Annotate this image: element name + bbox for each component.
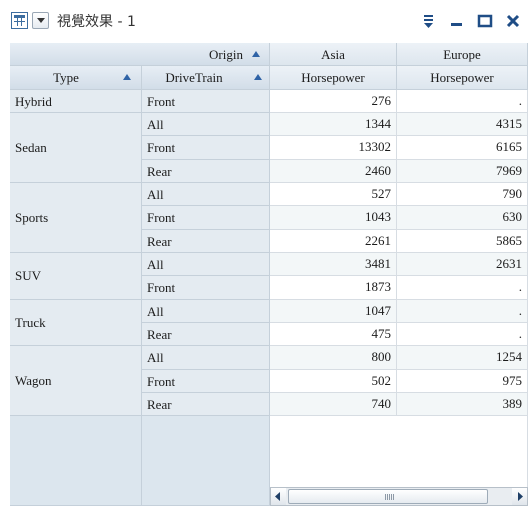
data-cell[interactable]: 2261 [270, 230, 397, 253]
sort-ascending-icon[interactable] [123, 74, 131, 80]
row-header-drivetrain[interactable]: Front [142, 206, 270, 230]
crosstab-table: Origin Asia Europe Type DriveTrain Horse… [10, 43, 528, 509]
row-group-wagon[interactable]: Wagon [10, 346, 142, 416]
maximize-icon[interactable] [476, 12, 494, 30]
horizontal-scrollbar[interactable] [270, 487, 528, 506]
row-header-drivetrain[interactable]: Rear [142, 230, 270, 253]
data-cell[interactable]: 2460 [270, 160, 397, 183]
data-cell[interactable]: 1047 [270, 300, 397, 323]
data-cell[interactable]: 6165 [397, 136, 528, 160]
data-cell[interactable]: . [397, 276, 528, 300]
data-cell[interactable]: 276 [270, 90, 397, 113]
view-dropdown-button[interactable] [32, 12, 49, 29]
data-cell[interactable]: . [397, 300, 528, 323]
data-cell[interactable]: 790 [397, 183, 528, 206]
row-header-drivetrain[interactable]: Rear [142, 323, 270, 346]
row-variable-header-type[interactable]: Type [10, 66, 142, 90]
row-header-filler [142, 416, 270, 506]
data-cell[interactable]: 4315 [397, 113, 528, 136]
row-group-truck[interactable]: Truck [10, 300, 142, 346]
row-header-drivetrain[interactable]: All [142, 113, 270, 136]
row-header-drivetrain[interactable]: Rear [142, 160, 270, 183]
row-header-drivetrain[interactable]: Rear [142, 393, 270, 416]
scrollbar-thumb[interactable] [288, 489, 488, 504]
row-header-drivetrain[interactable]: Front [142, 136, 270, 160]
row-group-sports[interactable]: Sports [10, 183, 142, 253]
data-cell[interactable]: 527 [270, 183, 397, 206]
sort-ascending-icon[interactable] [252, 51, 260, 57]
row-header-filler [10, 416, 142, 506]
row-header-drivetrain[interactable]: Front [142, 370, 270, 393]
data-cell[interactable]: 475 [270, 323, 397, 346]
column-header-asia[interactable]: Asia [270, 43, 397, 66]
row-variable-header-drivetrain[interactable]: DriveTrain [142, 66, 270, 90]
data-cell[interactable]: 2631 [397, 253, 528, 276]
data-cell[interactable]: 800 [270, 346, 397, 370]
title-bar: 視覺效果 - 1 [0, 0, 531, 42]
empty-data-area [270, 416, 528, 487]
dropdown-arrow-icon [37, 18, 45, 23]
row-header-drivetrain[interactable]: Front [142, 276, 270, 300]
data-cell[interactable]: 1254 [397, 346, 528, 370]
row-header-drivetrain[interactable]: All [142, 346, 270, 370]
data-cell[interactable]: . [397, 90, 528, 113]
measure-header-asia[interactable]: Horsepower [270, 66, 397, 90]
scroll-right-arrow-icon[interactable] [512, 488, 527, 505]
data-cell[interactable]: 975 [397, 370, 528, 393]
data-cell[interactable]: 7969 [397, 160, 528, 183]
row-header-drivetrain[interactable]: All [142, 183, 270, 206]
data-cell[interactable]: 1873 [270, 276, 397, 300]
minimize-icon[interactable] [448, 12, 466, 30]
data-cell[interactable]: . [397, 323, 528, 346]
window-title: 視覺效果 - 1 [57, 14, 136, 30]
measure-header-europe[interactable]: Horsepower [397, 66, 528, 90]
origin-header-label: Origin [209, 47, 243, 62]
column-header-europe[interactable]: Europe [397, 43, 528, 66]
data-cell[interactable]: 389 [397, 393, 528, 416]
row-header-drivetrain[interactable]: Front [142, 90, 270, 113]
row-header-drivetrain[interactable]: All [142, 300, 270, 323]
scroll-left-arrow-icon[interactable] [271, 488, 286, 505]
row-group-suv[interactable]: SUV [10, 253, 142, 300]
grip-icon [385, 494, 395, 500]
data-cell[interactable]: 630 [397, 206, 528, 230]
data-cell[interactable]: 13302 [270, 136, 397, 160]
data-cell[interactable]: 502 [270, 370, 397, 393]
sort-ascending-icon[interactable] [254, 74, 262, 80]
row-header-drivetrain[interactable]: All [142, 253, 270, 276]
data-cell[interactable]: 5865 [397, 230, 528, 253]
data-cell[interactable]: 1043 [270, 206, 397, 230]
row-group-sedan[interactable]: Sedan [10, 113, 142, 183]
menu-icon[interactable] [420, 12, 438, 30]
table-view-icon[interactable] [11, 12, 28, 29]
data-cell[interactable]: 1344 [270, 113, 397, 136]
data-cell[interactable]: 3481 [270, 253, 397, 276]
data-cell[interactable]: 740 [270, 393, 397, 416]
column-variable-header[interactable]: Origin [10, 43, 270, 66]
close-icon[interactable] [504, 12, 522, 30]
row-group-hybrid[interactable]: Hybrid [10, 90, 142, 113]
